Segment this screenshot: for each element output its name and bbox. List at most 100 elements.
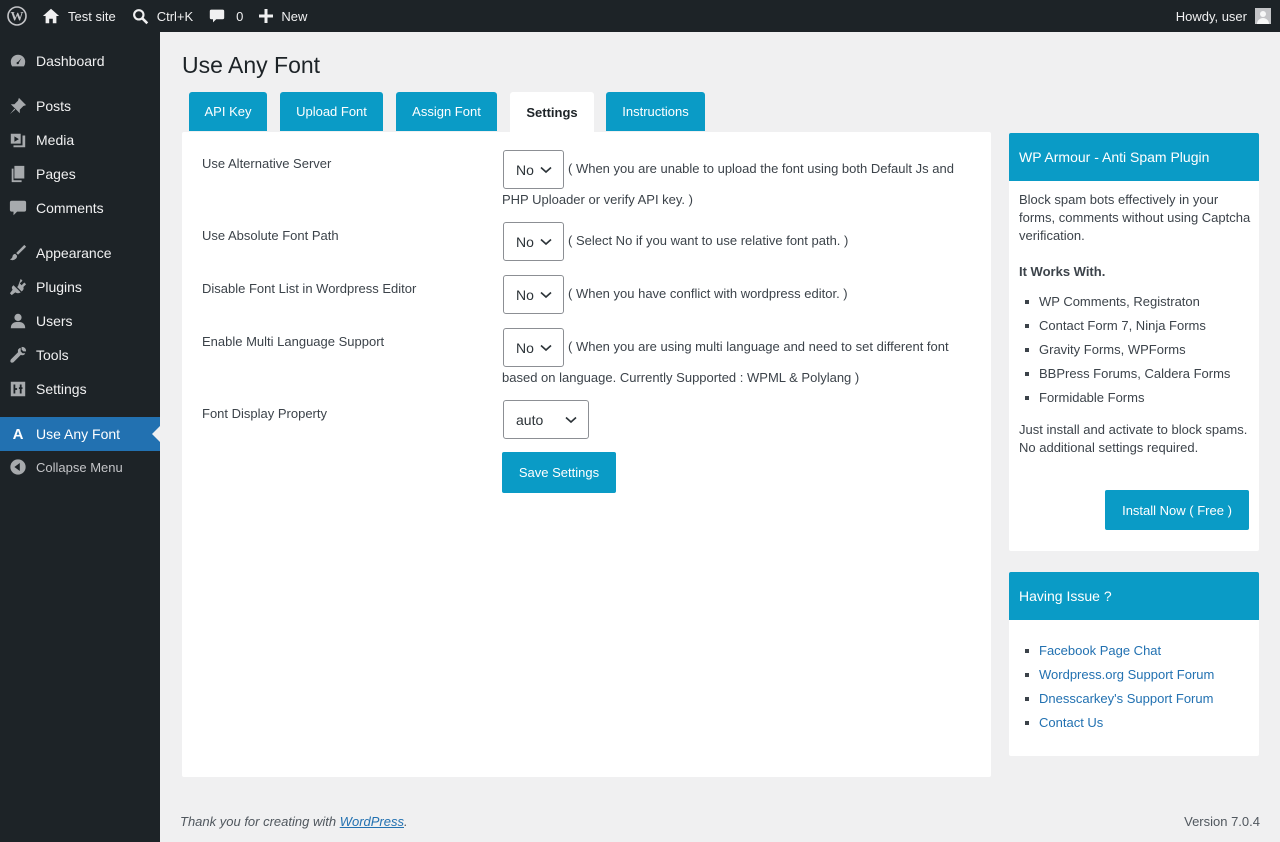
sidebar-item-label: Media xyxy=(36,132,75,148)
help-box: Having Issue ? Facebook Page Chat Wordpr… xyxy=(1009,572,1259,756)
pages-icon xyxy=(0,165,36,183)
sidebar-item-users[interactable]: Users xyxy=(0,304,160,338)
user-icon xyxy=(0,312,36,330)
list-item: Contact Form 7, Ninja Forms xyxy=(1023,314,1230,338)
works-with-list: WP Comments, Registraton Contact Form 7,… xyxy=(1023,290,1230,410)
setting-description: ( When you are using multi language and … xyxy=(568,339,949,354)
setting-description: ( Select No if you want to use relative … xyxy=(568,233,849,248)
dashboard-icon xyxy=(0,52,36,70)
admin-sidebar: Dashboard Posts Media Pages Comments App… xyxy=(0,32,160,842)
settings-icon xyxy=(0,380,36,398)
pushpin-icon xyxy=(0,97,36,115)
chevron-down-icon xyxy=(540,166,552,174)
sidebar-item-posts[interactable]: Posts xyxy=(0,89,160,123)
tab-assign-font[interactable]: Assign Font xyxy=(396,92,497,131)
list-item: WP Comments, Registraton xyxy=(1023,290,1230,314)
command-palette-button[interactable]: Ctrl+K xyxy=(126,0,203,32)
search-shortcut: Ctrl+K xyxy=(156,8,194,24)
sidebar-item-label: Plugins xyxy=(36,279,82,295)
plus-icon xyxy=(259,9,274,23)
promo-box-title: WP Armour - Anti Spam Plugin xyxy=(1009,133,1259,181)
setting-description-cont: based on language. Currently Supported :… xyxy=(502,370,860,385)
tab-instructions[interactable]: Instructions xyxy=(606,92,705,131)
absolute-font-path-select[interactable]: No xyxy=(503,222,564,261)
chevron-down-icon xyxy=(540,291,552,299)
page-title: Use Any Font xyxy=(182,52,321,78)
chevron-down-icon xyxy=(540,238,552,246)
media-icon xyxy=(0,131,36,149)
footer-thanks-prefix: Thank you for creating with xyxy=(180,814,340,829)
facebook-chat-link[interactable]: Facebook Page Chat xyxy=(1023,639,1214,663)
works-with-label: It Works With. xyxy=(1019,264,1106,279)
sidebar-item-dashboard[interactable]: Dashboard xyxy=(0,44,160,78)
plugin-icon xyxy=(0,278,36,296)
sidebar-item-appearance[interactable]: Appearance xyxy=(0,236,160,270)
sidebar-item-use-any-font[interactable]: A Use Any Font xyxy=(0,417,160,451)
new-content-button[interactable]: New xyxy=(253,0,317,32)
list-item: BBPress Forums, Caldera Forms xyxy=(1023,362,1230,386)
sidebar-item-label: Settings xyxy=(36,381,87,397)
select-value: No xyxy=(516,286,534,303)
sidebar-item-tools[interactable]: Tools xyxy=(0,338,160,372)
sidebar-item-label: Users xyxy=(36,313,73,329)
setting-description: ( When you are unable to upload the font… xyxy=(568,161,954,176)
sidebar-item-label: Use Any Font xyxy=(36,426,121,442)
collapse-icon xyxy=(0,458,36,476)
paintbrush-icon xyxy=(0,244,36,262)
setting-label: Font Display Property xyxy=(202,406,327,421)
wrench-icon xyxy=(0,346,36,364)
list-item: Gravity Forms, WPForms xyxy=(1023,338,1230,362)
tab-api-key[interactable]: API Key xyxy=(189,92,267,131)
collapse-menu-button[interactable]: Collapse Menu xyxy=(0,450,160,484)
comment-icon xyxy=(209,9,225,23)
my-account-menu[interactable]: Howdy, user xyxy=(1176,0,1271,32)
setting-label: Disable Font List in Wordpress Editor xyxy=(202,281,417,296)
list-item: Formidable Forms xyxy=(1023,386,1230,410)
install-now-button[interactable]: Install Now ( Free ) xyxy=(1105,490,1249,530)
select-value: No xyxy=(516,339,534,356)
sidebar-item-media[interactable]: Media xyxy=(0,123,160,157)
wordpress-forum-link[interactable]: Wordpress.org Support Forum xyxy=(1023,663,1214,687)
site-name-link[interactable]: Test site xyxy=(34,0,126,32)
help-box-title: Having Issue ? xyxy=(1009,572,1259,620)
setting-label: Use Alternative Server xyxy=(202,156,332,171)
setting-description: ( When you have conflict with wordpress … xyxy=(568,286,848,301)
tab-upload-font[interactable]: Upload Font xyxy=(280,92,383,131)
tab-settings[interactable]: Settings xyxy=(510,92,594,132)
sidebar-item-comments[interactable]: Comments xyxy=(0,191,160,225)
sidebar-item-label: Collapse Menu xyxy=(36,459,123,475)
dnesscarkey-forum-link[interactable]: Dnesscarkey's Support Forum xyxy=(1023,687,1214,711)
home-icon xyxy=(42,8,60,24)
select-value: auto xyxy=(516,411,544,428)
setting-label: Use Absolute Font Path xyxy=(202,228,339,243)
search-icon xyxy=(132,8,148,24)
greeting: Howdy, user xyxy=(1175,8,1247,24)
promo-intro: Block spam bots effectively in your form… xyxy=(1019,192,1251,243)
site-name: Test site xyxy=(68,8,116,24)
sidebar-item-pages[interactable]: Pages xyxy=(0,157,160,191)
disable-font-list-select[interactable]: No xyxy=(503,275,564,314)
chevron-down-icon xyxy=(565,416,577,424)
wordpress-logo-icon[interactable]: W xyxy=(0,0,34,32)
sidebar-item-label: Pages xyxy=(36,166,76,182)
wordpress-link[interactable]: WordPress xyxy=(340,814,404,829)
help-links-list: Facebook Page Chat Wordpress.org Support… xyxy=(1023,639,1214,735)
avatar xyxy=(1255,8,1271,24)
sidebar-item-label: Appearance xyxy=(36,245,112,261)
sidebar-item-label: Comments xyxy=(36,200,104,216)
new-label: New xyxy=(281,8,308,24)
contact-us-link[interactable]: Contact Us xyxy=(1023,711,1214,735)
letter-a-icon: A xyxy=(12,425,24,443)
admin-bar: W Test site Ctrl+K 0 New Howdy, user xyxy=(0,0,1280,32)
comments-count: 0 xyxy=(236,8,244,24)
svg-text:W: W xyxy=(11,9,24,24)
save-settings-button[interactable]: Save Settings xyxy=(502,452,616,493)
comments-link[interactable]: 0 xyxy=(203,0,253,32)
font-display-select[interactable]: auto xyxy=(503,400,589,439)
setting-label: Enable Multi Language Support xyxy=(202,334,385,349)
select-value: No xyxy=(516,161,534,178)
footer-version: Version 7.0.4 xyxy=(1184,814,1260,829)
sidebar-item-settings[interactable]: Settings xyxy=(0,372,160,406)
sidebar-item-plugins[interactable]: Plugins xyxy=(0,270,160,304)
chevron-down-icon xyxy=(540,344,552,352)
